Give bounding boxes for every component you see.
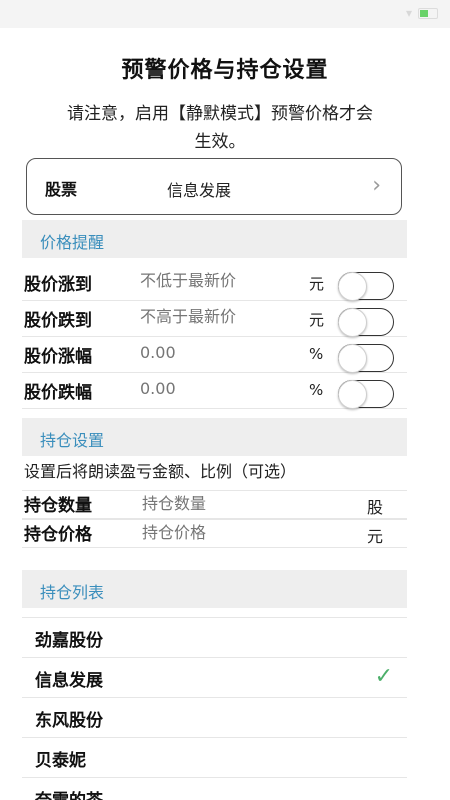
holding-price-unit: 元	[367, 527, 384, 546]
holding-hint: 设置后将朗读盈亏金额、比例（可选）	[24, 462, 297, 481]
status-bar: ▾	[0, 0, 450, 28]
holding-list-header: 持仓列表	[22, 570, 407, 608]
toggle-knob	[338, 380, 367, 409]
list-item-name: 东风股份	[35, 711, 103, 731]
holding-price-input[interactable]	[142, 523, 322, 542]
holding-price-label: 持仓价格	[24, 525, 92, 545]
holding-quantity-unit: 股	[367, 498, 384, 517]
price-up-unit: 元	[309, 275, 325, 293]
chevron-right-icon: ›	[372, 173, 381, 198]
list-item-name: 奈雪的茶	[35, 786, 103, 800]
price-up-toggle[interactable]	[338, 272, 394, 301]
stock-label: 股票	[45, 180, 78, 199]
price-down-label: 股价跌到	[24, 311, 92, 331]
price-alert-section-title: 价格提醒	[40, 233, 105, 252]
list-item-name: 贝泰妮	[35, 751, 86, 771]
holding-list-title: 持仓列表	[40, 583, 105, 602]
toggle-knob	[338, 344, 367, 373]
price-up-input[interactable]	[140, 271, 300, 290]
fall-percent-label: 股价跌幅	[24, 383, 92, 403]
list-item[interactable]: 信息发展 ✓	[22, 657, 407, 697]
holding-quantity-row: 持仓数量 股	[22, 490, 407, 519]
fall-percent-input[interactable]	[140, 379, 300, 398]
list-item[interactable]: 贝泰妮	[22, 737, 407, 777]
list-item-name: 信息发展	[35, 671, 103, 691]
silent-mode-notice: 请注意，启用【静默模式】预警价格才会生效。	[67, 104, 373, 152]
holding-quantity-label: 持仓数量	[24, 496, 92, 516]
holding-section-title: 持仓设置	[40, 431, 105, 450]
list-item[interactable]: 劲嘉股份	[22, 617, 407, 657]
rise-percent-unit: %	[309, 345, 324, 363]
price-up-row: 股价涨到 元	[22, 265, 407, 301]
holding-price-row: 持仓价格 元	[22, 519, 407, 548]
price-down-input[interactable]	[140, 307, 300, 326]
wifi-icon: ▾	[405, 6, 412, 20]
list-item[interactable]: 奈雪的茶	[22, 777, 407, 800]
fall-percent-toggle[interactable]	[338, 380, 394, 409]
rise-percent-row: 股价涨幅 %	[22, 337, 407, 373]
list-item-name: 劲嘉股份	[35, 631, 103, 651]
battery-icon	[418, 7, 438, 19]
stock-selector[interactable]: 股票 信息发展 ›	[26, 158, 402, 215]
price-down-toggle[interactable]	[338, 308, 394, 337]
price-down-row: 股价跌到 元	[22, 301, 407, 337]
holding-section-header: 持仓设置	[22, 418, 407, 456]
checkmark-icon: ✓	[374, 664, 393, 689]
holding-quantity-input[interactable]	[142, 494, 322, 513]
price-down-unit: 元	[309, 311, 325, 329]
rise-percent-toggle[interactable]	[338, 344, 394, 373]
rise-percent-input[interactable]	[140, 343, 300, 362]
page-title: 预警价格与持仓设置	[121, 58, 329, 83]
toggle-knob	[338, 308, 367, 337]
fall-percent-row: 股价跌幅 %	[22, 373, 407, 409]
stock-name: 信息发展	[167, 181, 232, 200]
rise-percent-label: 股价涨幅	[24, 347, 92, 367]
price-alert-section-header: 价格提醒	[22, 220, 407, 258]
price-up-label: 股价涨到	[24, 275, 92, 295]
fall-percent-unit: %	[309, 381, 324, 399]
toggle-knob	[338, 272, 367, 301]
list-item[interactable]: 东风股份	[22, 697, 407, 737]
status-bar-icons: ▾	[406, 6, 438, 20]
